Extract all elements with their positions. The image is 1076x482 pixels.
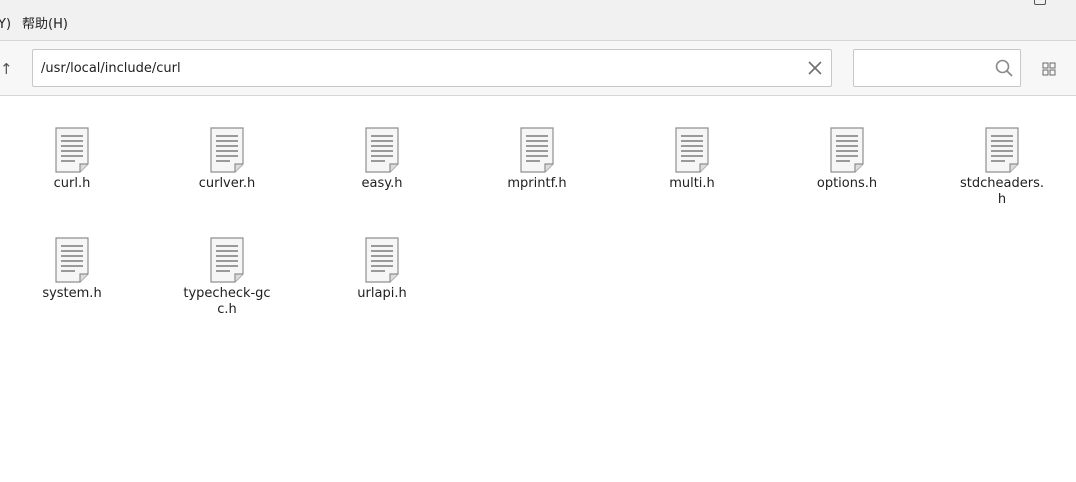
file-item[interactable]: easy.h bbox=[327, 126, 437, 192]
file-name: mprintf.h bbox=[507, 176, 567, 191]
up-arrow-icon[interactable]: ↑ bbox=[0, 60, 14, 78]
file-item[interactable]: stdcheaders.h bbox=[947, 126, 1057, 208]
file-name: options.h bbox=[816, 176, 878, 191]
file-name: curl.h bbox=[53, 176, 91, 191]
text-file-icon bbox=[207, 126, 247, 174]
window-control-icon[interactable] bbox=[1034, 0, 1046, 5]
file-name: typecheck-gcc.h bbox=[183, 286, 271, 317]
file-name: stdcheaders.h bbox=[960, 176, 1044, 207]
file-name: system.h bbox=[42, 286, 102, 301]
text-file-icon bbox=[52, 236, 92, 284]
text-file-icon bbox=[362, 126, 402, 174]
file-item[interactable]: curlver.h bbox=[172, 126, 282, 192]
search-icon[interactable] bbox=[994, 58, 1014, 78]
text-file-icon bbox=[827, 126, 867, 174]
text-file-icon bbox=[207, 236, 247, 284]
menu-item-help[interactable]: 帮助(H) bbox=[22, 16, 68, 34]
file-item[interactable]: curl.h bbox=[17, 126, 127, 192]
view-mode-icon[interactable] bbox=[1042, 62, 1056, 76]
file-item[interactable]: typecheck-gcc.h bbox=[172, 236, 282, 318]
file-grid: curl.h curlver.h easy.h mprintf.h multi.h opt… bbox=[0, 96, 1076, 482]
path-text[interactable]: /usr/local/include/curl bbox=[41, 60, 181, 78]
file-name: easy.h bbox=[361, 176, 403, 191]
path-input[interactable]: /usr/local/include/curl bbox=[32, 49, 832, 87]
file-item[interactable]: mprintf.h bbox=[482, 126, 592, 192]
search-input[interactable] bbox=[853, 49, 1021, 87]
text-file-icon bbox=[517, 126, 557, 174]
file-item[interactable]: options.h bbox=[792, 126, 902, 192]
text-file-icon bbox=[362, 236, 402, 284]
text-file-icon bbox=[52, 126, 92, 174]
menu-bar: Y) 帮助(H) bbox=[0, 0, 1076, 41]
toolbar: ↑ /usr/local/include/curl bbox=[0, 41, 1076, 96]
file-name: curlver.h bbox=[198, 176, 256, 191]
text-file-icon bbox=[672, 126, 712, 174]
clear-icon[interactable] bbox=[805, 58, 825, 78]
file-item[interactable]: system.h bbox=[17, 236, 127, 302]
file-item[interactable]: multi.h bbox=[637, 126, 747, 192]
file-item[interactable]: urlapi.h bbox=[327, 236, 437, 302]
file-name: multi.h bbox=[669, 176, 715, 191]
text-file-icon bbox=[982, 126, 1022, 174]
menu-item-partial[interactable]: Y) bbox=[0, 16, 11, 34]
file-name: urlapi.h bbox=[357, 286, 407, 301]
